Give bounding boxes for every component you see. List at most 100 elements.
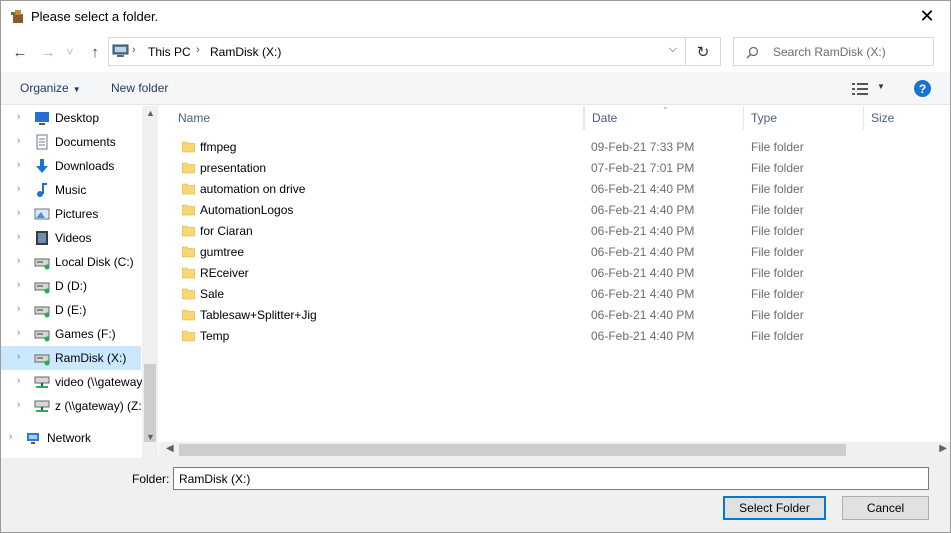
recent-locations-button[interactable]: ˅	[63, 41, 77, 63]
file-row[interactable]: Sale 06-Feb-21 4:40 PM File folder	[159, 283, 859, 304]
column-header-size[interactable]: Size	[864, 106, 944, 130]
chevron-right-icon[interactable]: ›	[17, 375, 20, 386]
scroll-down-icon[interactable]: ▼	[146, 432, 155, 442]
file-date: 06-Feb-21 4:40 PM	[591, 182, 695, 196]
chevron-right-icon[interactable]: ›	[17, 111, 20, 122]
sidebar-item-label: z (\\gateway) (Z:	[55, 399, 142, 413]
file-type: File folder	[751, 224, 804, 238]
breadcrumb-ramdisk[interactable]: RamDisk (X:)	[210, 45, 281, 59]
file-row[interactable]: for Ciaran 06-Feb-21 4:40 PM File folder	[159, 220, 859, 241]
chevron-right-icon[interactable]: ›	[17, 303, 20, 314]
sidebar-item[interactable]: › Music	[1, 178, 141, 202]
column-name-label: Name	[178, 111, 211, 125]
sidebar-item[interactable]: › Downloads	[1, 154, 141, 178]
network-drive-icon	[34, 376, 50, 388]
forward-button[interactable]: →	[38, 41, 58, 63]
organize-button[interactable]: Organize ▼	[20, 81, 81, 95]
folder-label: Folder:	[132, 472, 170, 486]
file-name: AutomationLogos	[200, 203, 294, 217]
dialog-footer: Folder: Select Folder Cancel	[1, 458, 950, 532]
file-row[interactable]: Temp 06-Feb-21 4:40 PM File folder	[159, 325, 859, 346]
scroll-up-icon[interactable]: ▲	[146, 108, 155, 118]
scrollbar-thumb[interactable]	[144, 364, 156, 442]
chevron-right-icon[interactable]: ›	[17, 255, 20, 266]
file-row[interactable]: REceiver 06-Feb-21 4:40 PM File folder	[159, 262, 859, 283]
sidebar-item[interactable]: › Documents	[1, 130, 141, 154]
chevron-right-icon[interactable]: ›	[17, 135, 20, 146]
chevron-right-icon[interactable]: ›	[9, 431, 12, 442]
network-icon	[27, 433, 39, 444]
select-folder-button[interactable]: Select Folder	[723, 496, 826, 520]
folder-field[interactable]	[173, 467, 929, 490]
close-button[interactable]: ✕	[904, 1, 950, 32]
sidebar-item-label: Network	[47, 431, 92, 445]
chevron-right-icon[interactable]: ›	[17, 183, 20, 194]
file-type: File folder	[751, 182, 804, 196]
forward-arrow-icon: →	[40, 43, 56, 61]
sidebar-item[interactable]: › D (D:)	[1, 274, 141, 298]
downloads-icon	[36, 159, 48, 173]
file-date: 06-Feb-21 4:40 PM	[591, 287, 695, 301]
file-row[interactable]: ffmpeg 09-Feb-21 7:33 PM File folder	[159, 136, 859, 157]
scroll-left-icon[interactable]: ◀	[166, 443, 174, 454]
column-header-type[interactable]: Type	[744, 106, 864, 130]
sidebar-item[interactable]: › Videos	[1, 226, 141, 250]
refresh-button[interactable]: ↻	[686, 37, 721, 66]
chevron-right-icon[interactable]: ›	[17, 231, 20, 242]
file-type: File folder	[751, 308, 804, 322]
file-list-horizontal-scrollbar[interactable]: ◀ ▶	[159, 442, 950, 458]
help-button[interactable]: ?	[914, 80, 931, 97]
caret-down-icon: ▼	[72, 85, 81, 94]
chevron-right-icon[interactable]: ›	[17, 399, 20, 410]
search-input[interactable]: Search RamDisk (X:)	[773, 45, 886, 59]
address-bar[interactable]: › This PC › RamDisk (X:) ⌵	[108, 37, 686, 66]
chevron-right-icon[interactable]: ›	[17, 159, 20, 170]
sidebar-item-label: video (\\gateway	[55, 375, 143, 389]
column-header-name[interactable]: Name	[178, 106, 584, 130]
chevron-right-icon[interactable]: ›	[17, 351, 20, 362]
sidebar-item[interactable]: › z (\\gateway) (Z:	[1, 394, 142, 418]
up-button[interactable]: ↑	[85, 41, 105, 63]
chevron-right-icon[interactable]: ›	[17, 327, 20, 338]
column-header-date[interactable]: Date	[584, 106, 744, 130]
scrollbar-thumb[interactable]	[179, 444, 846, 456]
file-date: 06-Feb-21 4:40 PM	[591, 245, 695, 259]
file-name: Sale	[200, 287, 225, 301]
scroll-right-icon[interactable]: ▶	[939, 443, 947, 454]
drive-icon	[34, 282, 50, 294]
file-row[interactable]: Tablesaw+Splitter+Jig 06-Feb-21 4:40 PM Fi…	[159, 304, 859, 325]
file-row[interactable]: gumtree 06-Feb-21 4:40 PM File folder	[159, 241, 859, 262]
breadcrumb-this-pc[interactable]: This PC	[148, 45, 191, 59]
cancel-button[interactable]: Cancel	[842, 496, 929, 520]
sidebar-item-label: Desktop	[55, 111, 100, 125]
sidebar-item-label: Games (F:)	[55, 327, 116, 341]
file-row[interactable]: AutomationLogos 06-Feb-21 4:40 PM File fol…	[159, 199, 859, 220]
folder-icon	[182, 162, 195, 174]
folder-icon	[182, 309, 195, 321]
file-date: 07-Feb-21 7:01 PM	[591, 161, 695, 175]
details-view-icon	[852, 83, 868, 95]
sidebar-item[interactable]: › Pictures	[1, 202, 141, 226]
sidebar-item[interactable]: › D (E:)	[1, 298, 141, 322]
sidebar-item-label: Music	[55, 183, 87, 197]
chevron-right-icon[interactable]: ›	[17, 279, 20, 290]
search-box[interactable]: Search RamDisk (X:)	[733, 37, 934, 66]
sidebar-item[interactable]: › Games (F:)	[1, 322, 141, 346]
sidebar-item[interactable]: › Desktop	[1, 106, 141, 130]
sidebar-item-label: Downloads	[55, 159, 115, 173]
sidebar-item[interactable]: › video (\\gateway	[1, 370, 143, 394]
sidebar-item[interactable]: › RamDisk (X:)	[1, 346, 141, 370]
change-view-button[interactable]: ▼	[850, 81, 890, 97]
breadcrumb-separator-icon: ›	[132, 44, 136, 56]
nav-pane-scrollbar[interactable]: ▲ ▼	[142, 106, 158, 458]
file-name: Temp	[200, 329, 230, 343]
sidebar-item-network[interactable]: › Network	[1, 426, 141, 450]
new-folder-button[interactable]: New folder	[111, 81, 168, 95]
sidebar-item[interactable]: › Local Disk (C:)	[1, 250, 141, 274]
file-name: automation on drive	[200, 182, 306, 196]
chevron-right-icon[interactable]: ›	[17, 207, 20, 218]
back-button[interactable]: ←	[10, 41, 30, 63]
address-dropdown-icon[interactable]: ⌵	[669, 43, 677, 56]
file-row[interactable]: automation on drive 06-Feb-21 4:40 PM File…	[159, 178, 859, 199]
file-row[interactable]: presentation 07-Feb-21 7:01 PM File folder	[159, 157, 859, 178]
